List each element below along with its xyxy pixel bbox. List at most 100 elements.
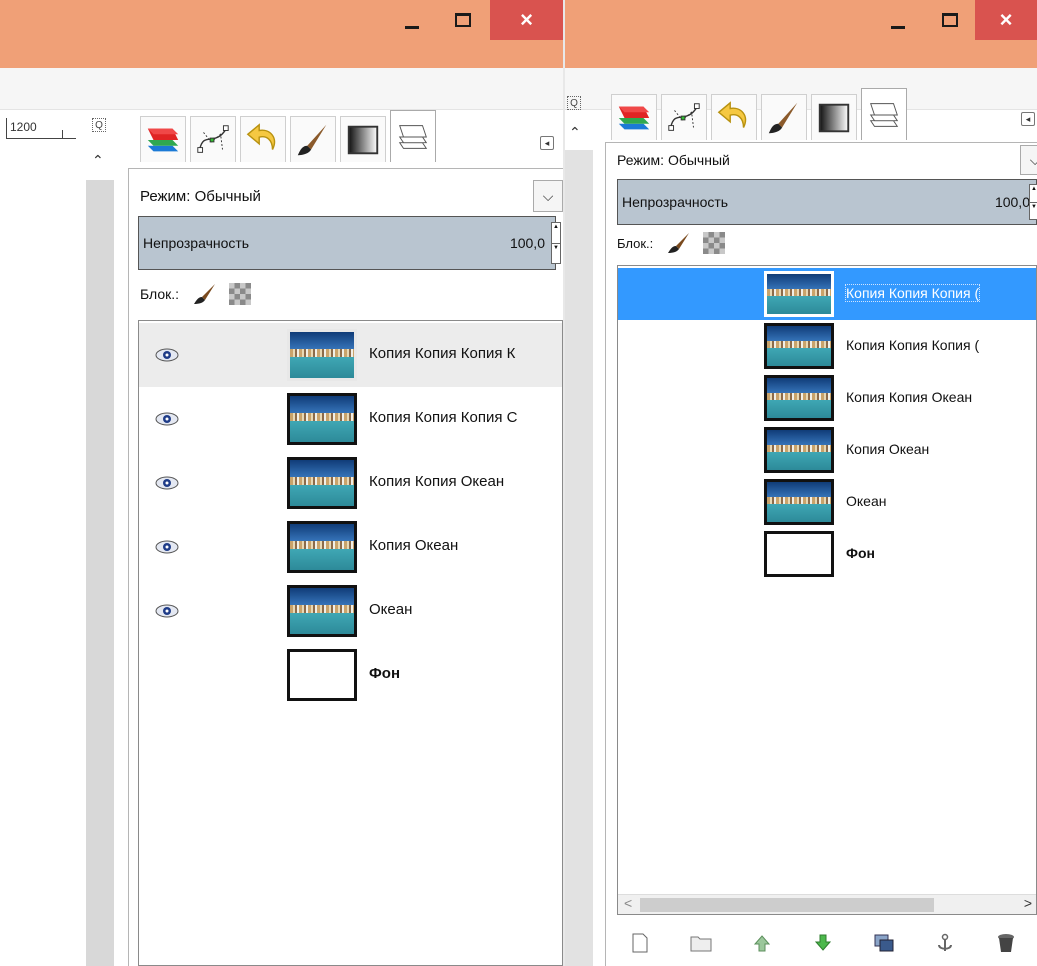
lock-alpha-icon[interactable] (703, 232, 726, 254)
tab-undo-history[interactable] (240, 116, 286, 162)
anchor-layer-button[interactable] (932, 932, 958, 954)
new-layer-button[interactable] (627, 932, 653, 954)
tab-paths[interactable] (661, 94, 707, 140)
visibility-eye-icon[interactable] (155, 604, 179, 618)
tab-layers[interactable] (140, 116, 186, 162)
layer-thumbnail (287, 329, 357, 381)
opacity-spinner[interactable]: ▲ ▼ (1029, 184, 1037, 220)
layers-stack-icon (398, 124, 428, 149)
dock-tabs (140, 110, 440, 162)
mode-dropdown[interactable]: ⌵ (533, 180, 563, 212)
layers-list: Копия Копия Копия (Копия Копия Копия ( Ко… (617, 265, 1037, 915)
opacity-slider[interactable]: Непрозрачность 100,0 (617, 179, 1037, 225)
lock-row: Блок.: (140, 283, 252, 305)
duplicate-layer-button[interactable] (871, 932, 897, 954)
tab-layers-stack[interactable] (861, 88, 907, 140)
maximize-button[interactable] (930, 0, 970, 40)
tab-paths[interactable] (190, 116, 236, 162)
layer-thumbnail (287, 393, 357, 445)
tab-menu-icon[interactable]: ◂ (540, 136, 554, 150)
opacity-value: 100,0 (994, 194, 1030, 210)
chevron-down-icon: ⌵ (1029, 151, 1037, 168)
new-layer-group-button[interactable] (688, 932, 714, 954)
layer-row[interactable]: Копия Океан (618, 424, 1036, 476)
scroll-right-icon[interactable]: > (1024, 895, 1032, 911)
zoom-icon[interactable]: Q (92, 118, 106, 132)
raise-layer-button[interactable] (749, 932, 775, 954)
layer-row[interactable]: Океан (618, 476, 1036, 528)
layer-row[interactable]: Копия Копия Копия С (139, 387, 562, 451)
tab-brushes[interactable] (761, 94, 807, 140)
mode-label: Режим: Обычный (617, 152, 730, 168)
new-layer-group-icon (690, 936, 712, 952)
title-bar: × (0, 0, 563, 68)
tab-layers-stack[interactable] (390, 110, 436, 162)
title-bar: × (565, 0, 1037, 68)
lock-alpha-icon[interactable] (229, 283, 252, 305)
visibility-eye-icon[interactable] (155, 348, 179, 362)
zoom-icon[interactable]: Q (567, 96, 581, 110)
close-button[interactable]: × (490, 0, 563, 40)
layer-row[interactable]: Океан (139, 579, 562, 643)
layer-row[interactable]: Копия Копия Копия К (139, 323, 562, 387)
ruler-label: 1200 (10, 120, 37, 134)
minimize-icon (405, 25, 419, 29)
opacity-label: Непрозрачность (622, 194, 729, 210)
layer-row[interactable]: Копия Копия Копия ( (618, 268, 1036, 320)
lock-pixels-icon[interactable] (667, 232, 691, 254)
scroll-up-icon[interactable]: ⌃ (569, 124, 581, 141)
layer-thumbnail (764, 323, 834, 369)
opacity-spinner[interactable]: ▲ ▼ (551, 222, 561, 264)
layer-row[interactable]: Копия Копия Копия ( (618, 320, 1036, 372)
layer-name: Копия Копия Копия К (369, 345, 516, 362)
lower-layer-button[interactable] (810, 932, 836, 954)
visibility-eye-icon[interactable] (155, 412, 179, 426)
opacity-slider[interactable]: Непрозрачность 100,0 (138, 216, 556, 270)
mode-dropdown[interactable]: ⌵ (1020, 145, 1037, 175)
ruler-tick (62, 130, 63, 138)
maximize-icon (942, 13, 958, 27)
layer-row[interactable]: Фон (618, 528, 1036, 580)
maximize-button[interactable] (443, 0, 483, 40)
layer-name: Копия Копия Океан (846, 389, 973, 405)
maximize-icon (455, 13, 471, 27)
visibility-eye-icon[interactable] (155, 540, 179, 554)
tab-gradients[interactable] (340, 116, 386, 162)
tab-brushes[interactable] (290, 116, 336, 162)
layer-thumbnail (764, 531, 834, 577)
layer-name: Копия Океан (369, 537, 459, 554)
tab-layers[interactable] (611, 94, 657, 140)
tab-undo-history[interactable] (711, 94, 757, 140)
paths-icon (668, 102, 700, 131)
scroll-up-icon[interactable]: ⌃ (92, 152, 104, 169)
close-button[interactable]: × (975, 0, 1037, 40)
layer-row[interactable]: Фон (139, 643, 562, 707)
new-layer-icon (632, 933, 648, 953)
horizontal-scrollbar[interactable]: < > (618, 894, 1036, 914)
scrollbar-thumb[interactable] (640, 898, 934, 912)
scroll-left-icon[interactable]: < (624, 895, 632, 911)
ruler-line (6, 138, 76, 139)
layer-row[interactable]: Копия Океан (139, 515, 562, 579)
tab-gradients[interactable] (811, 94, 857, 140)
lock-pixels-icon[interactable] (193, 283, 217, 305)
menu-bar (0, 68, 563, 110)
layers-button-bar (627, 932, 1037, 954)
brush-icon (768, 102, 798, 133)
layer-thumbnail (764, 271, 834, 317)
vertical-scrollbar[interactable] (565, 150, 593, 966)
delete-layer-button[interactable] (993, 932, 1019, 954)
vertical-scrollbar[interactable] (86, 180, 114, 966)
layer-row[interactable]: Копия Копия Океан (139, 451, 562, 515)
lock-label: Блок.: (617, 235, 654, 251)
opacity-value: 100,0 (509, 235, 545, 251)
layer-thumbnail (287, 521, 357, 573)
layer-row[interactable]: Копия Копия Океан (618, 372, 1036, 424)
minimize-button[interactable] (878, 0, 918, 40)
visibility-eye-icon[interactable] (155, 476, 179, 490)
layer-name: Фон (369, 665, 401, 682)
layer-name: Океан (369, 601, 413, 618)
minimize-button[interactable] (392, 0, 432, 40)
layer-name: Копия Копия Океан (369, 473, 505, 490)
tab-menu-icon[interactable]: ◂ (1021, 112, 1035, 126)
